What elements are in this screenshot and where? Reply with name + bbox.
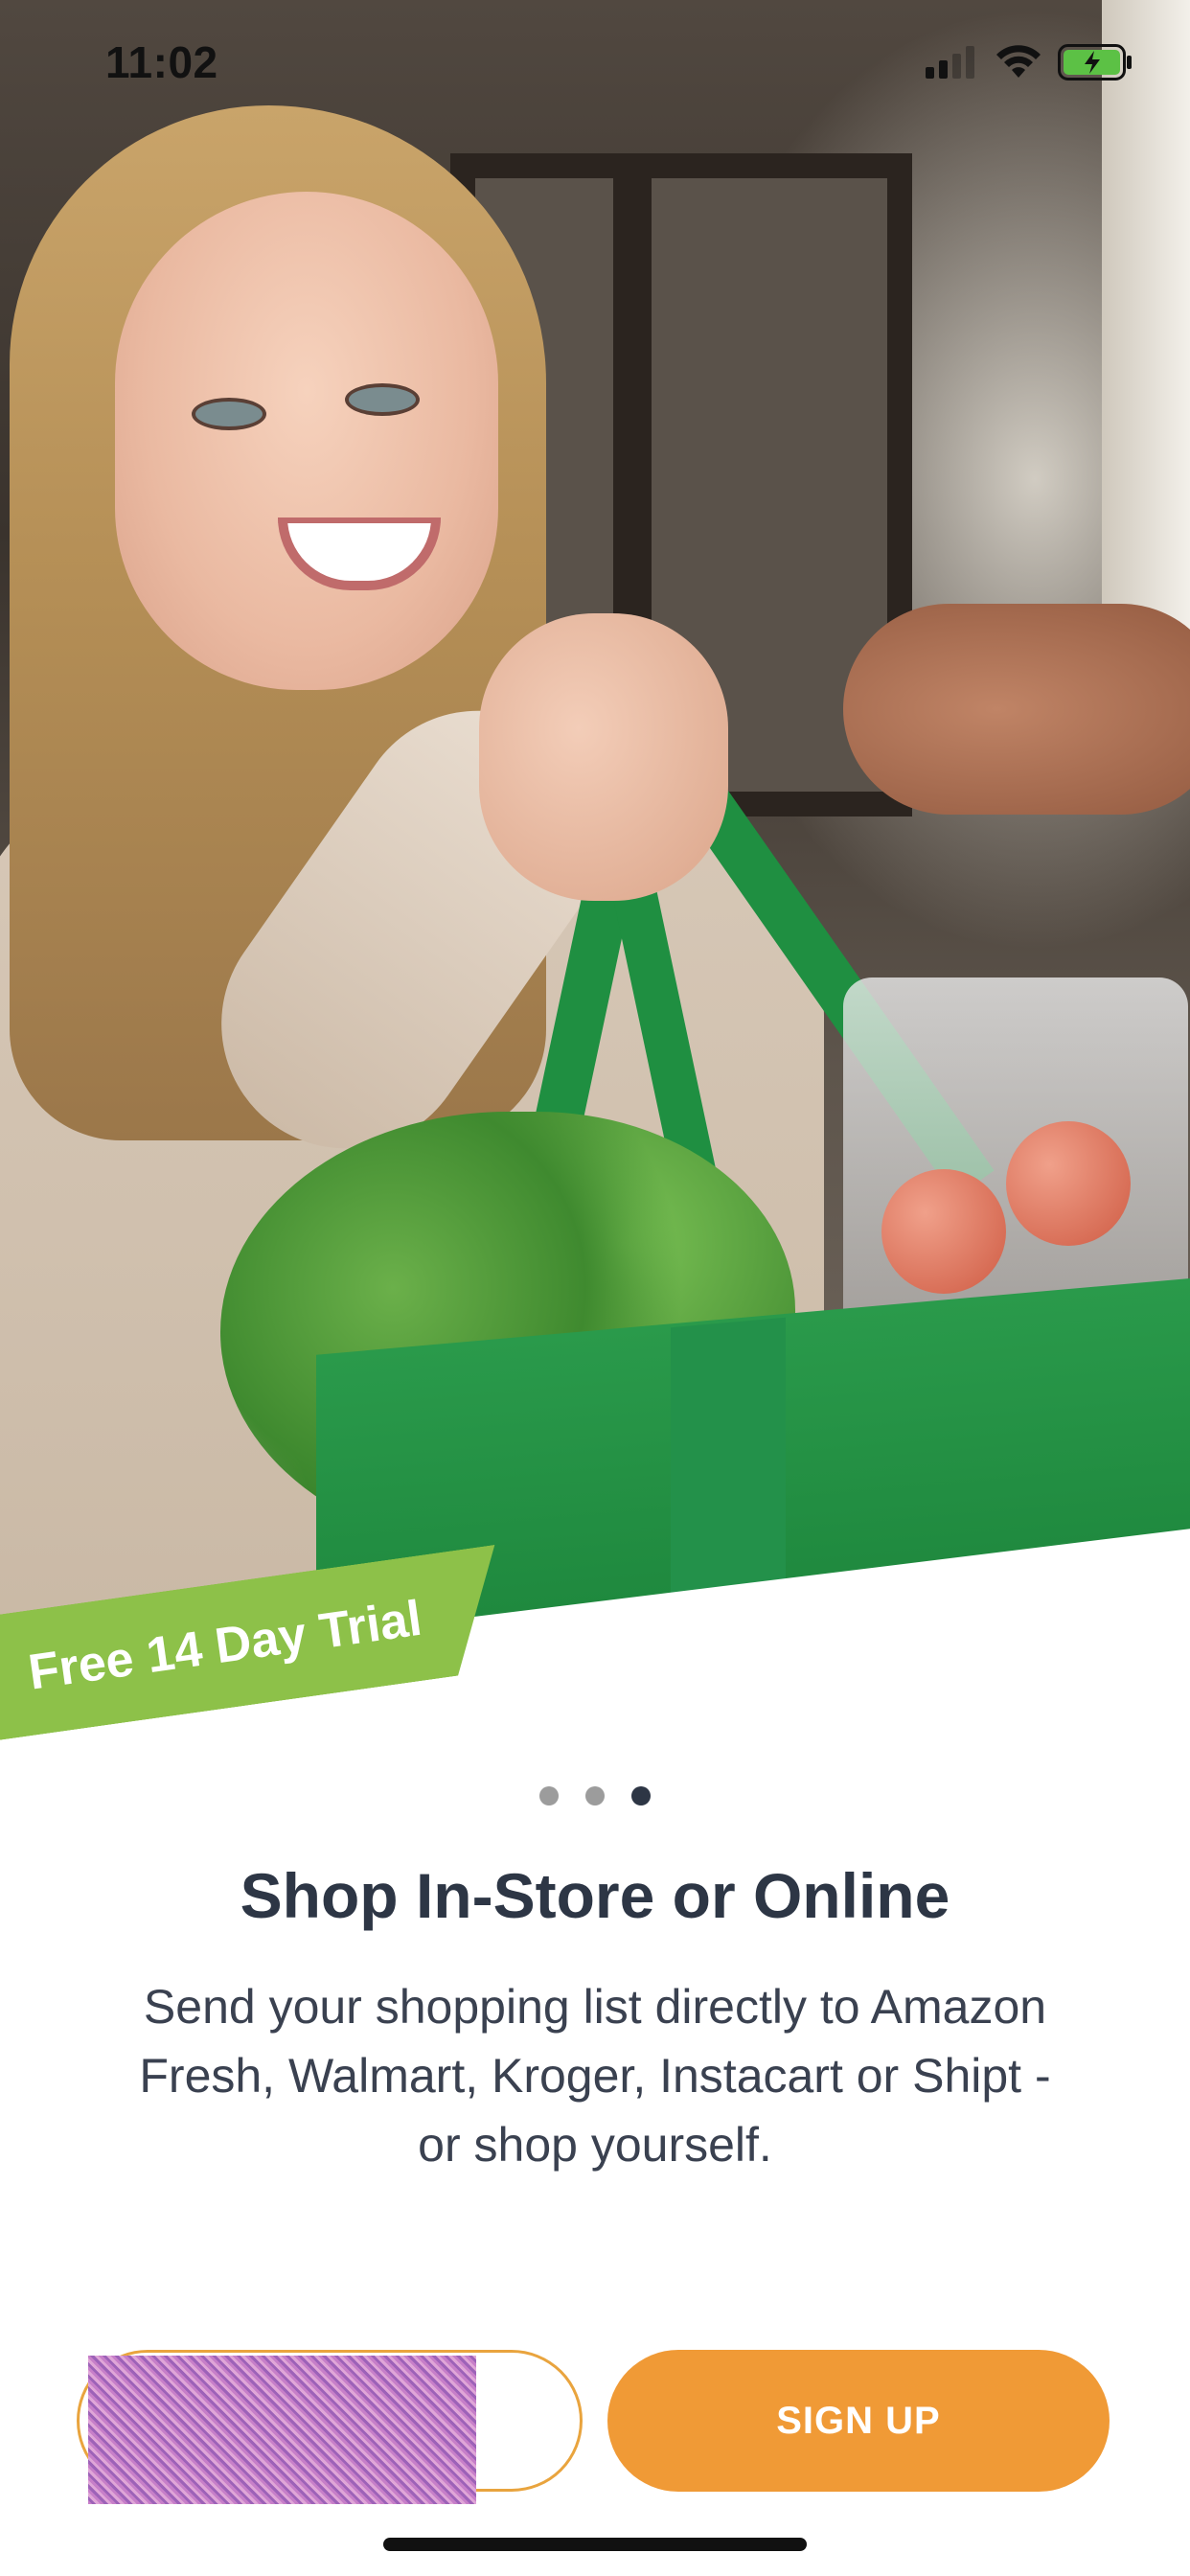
woman-hand	[479, 613, 728, 901]
wifi-icon	[996, 45, 1041, 78]
page-indicator[interactable]	[0, 1786, 1190, 1806]
redacted-label	[88, 2356, 476, 2504]
left-eye	[192, 398, 266, 430]
onboarding-screen: 11:02 Free 14 Day Trial Shop In-Store or…	[0, 0, 1190, 2576]
home-indicator[interactable]	[383, 2538, 807, 2551]
tomato	[881, 1169, 1006, 1294]
cellular-signal-icon	[926, 46, 974, 79]
page-dot-2[interactable]	[585, 1786, 605, 1806]
status-icons	[926, 44, 1133, 80]
woman-face	[115, 192, 498, 690]
battery-charging-icon	[1058, 44, 1132, 80]
sign-up-button[interactable]: SIGN UP	[607, 2350, 1110, 2492]
delivery-hand	[843, 604, 1190, 815]
page-description: Send your shopping list directly to Amaz…	[139, 1980, 1051, 2172]
free-trial-badge-text: Free 14 Day Trial	[25, 1590, 425, 1701]
right-eye	[345, 383, 420, 416]
tomato	[1006, 1121, 1131, 1246]
page-title: Shop In-Store or Online	[240, 1860, 950, 1931]
page-dot-1[interactable]	[539, 1786, 559, 1806]
hero-photo	[0, 0, 1190, 1782]
page-dot-3-active[interactable]	[631, 1786, 651, 1806]
status-time: 11:02	[105, 37, 218, 87]
